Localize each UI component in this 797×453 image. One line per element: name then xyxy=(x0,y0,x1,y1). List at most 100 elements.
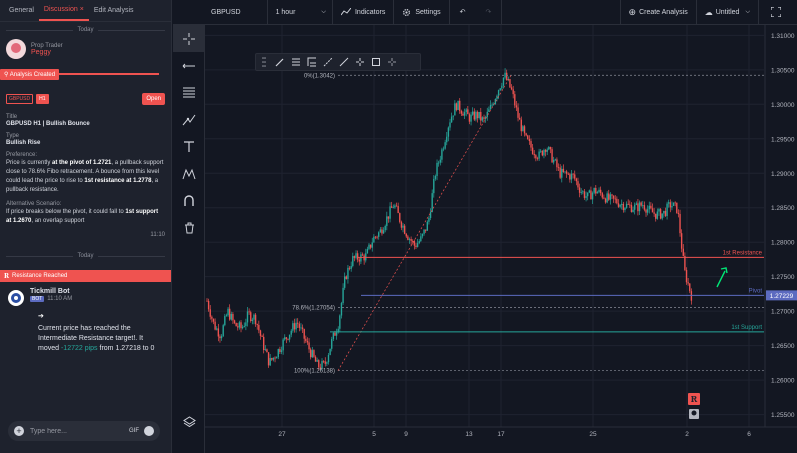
lines-icon[interactable] xyxy=(288,54,304,70)
candle-body xyxy=(366,248,369,254)
candle-body xyxy=(475,111,477,120)
candle-body xyxy=(622,203,625,211)
gif-button[interactable]: GIF xyxy=(129,428,139,434)
candle-body xyxy=(595,187,597,194)
undo-button[interactable]: ↶ xyxy=(450,0,476,25)
symbol-selector[interactable]: GBPUSD xyxy=(173,0,268,25)
fib-tool[interactable] xyxy=(173,79,205,106)
time-tick-label: 17 xyxy=(497,431,505,438)
indicators-button[interactable]: Indicators xyxy=(333,0,395,25)
candle-body xyxy=(470,114,472,122)
day-label: Today xyxy=(73,253,98,259)
candle-body xyxy=(267,352,270,366)
chart-canvas[interactable]: 1.31000 1.30500 1.30000 1.29500 1.29000 1.285… xyxy=(205,25,797,453)
indicators-label: Indicators xyxy=(354,8,386,16)
avatar[interactable] xyxy=(6,39,26,59)
candle-body xyxy=(345,276,348,279)
indicators-icon xyxy=(340,8,351,16)
symbol-label: GBPUSD xyxy=(211,8,241,16)
crosshair-tool[interactable] xyxy=(173,25,205,52)
delete-tool[interactable] xyxy=(173,214,205,241)
layout-selector[interactable]: ☁ Untitled ⌵ xyxy=(697,0,759,25)
candle-body xyxy=(499,88,501,91)
candle-body xyxy=(460,110,463,114)
close-icon[interactable]: × xyxy=(80,6,84,13)
tab-discussion[interactable]: Discussion × xyxy=(38,0,89,21)
style-icon[interactable] xyxy=(320,54,336,70)
magnet-tool[interactable] xyxy=(173,187,205,214)
candle-body xyxy=(465,109,467,113)
create-analysis-button[interactable]: ⊕ Create Analysis xyxy=(619,0,697,25)
candle-body xyxy=(444,142,446,149)
time-tick-label: 13 xyxy=(465,431,473,438)
bot-avatar[interactable] xyxy=(8,290,24,306)
candle-body xyxy=(280,350,283,352)
open-button[interactable]: Open xyxy=(142,93,165,105)
interval-selector[interactable]: 1 hour ⌵ xyxy=(268,0,333,25)
candle-body xyxy=(624,207,626,211)
horizontal-line-tool[interactable] xyxy=(173,52,205,79)
candle-body xyxy=(653,212,655,214)
candle-body xyxy=(321,360,323,369)
title-key: Title xyxy=(6,114,18,120)
drag-handle-icon[interactable] xyxy=(256,54,272,70)
candle-body xyxy=(421,233,424,237)
price-tick-label: 1.25500 xyxy=(771,412,795,419)
alternative-key: Alternative Scenario: xyxy=(6,201,62,207)
candle-body xyxy=(228,308,231,320)
candle-body xyxy=(655,213,657,219)
prediction-tool[interactable] xyxy=(173,160,205,187)
candle-body xyxy=(211,316,213,319)
tab-edit-analysis[interactable]: Edit Analysis xyxy=(89,1,139,20)
candle-body xyxy=(314,356,317,362)
price-chart[interactable]: 1.31000 1.30500 1.30000 1.29500 1.29000 1.285… xyxy=(205,25,797,453)
candle-body xyxy=(275,357,278,359)
candle-body xyxy=(368,244,370,249)
brush-icon[interactable] xyxy=(272,54,288,70)
candle-body xyxy=(392,207,394,209)
layers-tool[interactable] xyxy=(173,408,205,435)
fullscreen-button[interactable] xyxy=(759,0,797,25)
candle-body xyxy=(629,204,631,206)
candle-body xyxy=(408,239,411,240)
candle-body xyxy=(313,350,315,357)
emoji-icon[interactable] xyxy=(144,426,154,436)
bot-name[interactable]: Tickmill Bot xyxy=(30,288,72,295)
candle-body xyxy=(582,191,584,193)
candle-body xyxy=(387,216,390,219)
text-tool[interactable] xyxy=(173,133,205,160)
add-attachment-icon[interactable]: + xyxy=(14,426,24,436)
settings-button[interactable]: Settings xyxy=(394,0,450,25)
trader-name[interactable]: Peggy xyxy=(31,49,63,56)
candle-body xyxy=(596,192,599,194)
candle-body xyxy=(282,339,284,351)
candle-body xyxy=(575,178,578,182)
tab-general[interactable]: General xyxy=(4,1,39,20)
candle-body xyxy=(403,225,406,234)
pattern-tool[interactable] xyxy=(173,106,205,133)
candle-body xyxy=(554,159,556,161)
font-size-icon[interactable] xyxy=(304,54,320,70)
redo-button[interactable]: ↷ xyxy=(476,0,503,25)
lock-icon[interactable] xyxy=(352,54,368,70)
candle-body xyxy=(481,117,484,121)
candle-body xyxy=(561,168,563,178)
candle-body xyxy=(473,111,475,120)
candle-body xyxy=(410,239,412,241)
settings-icon[interactable] xyxy=(368,54,384,70)
more-icon[interactable] xyxy=(384,54,400,70)
candle-body xyxy=(617,203,620,207)
resistance-icon: R xyxy=(4,272,9,280)
candle-body xyxy=(467,109,469,115)
analysis-created-banner: ⚲ Analysis Created xyxy=(0,68,171,80)
message-time: 11:10 xyxy=(150,232,165,238)
visibility-icon[interactable] xyxy=(336,54,352,70)
bot-badge: BOT xyxy=(30,296,45,302)
candle-body xyxy=(233,320,236,323)
price-tick-label: 1.28000 xyxy=(771,240,795,247)
candle-body xyxy=(334,332,336,336)
candle-body xyxy=(434,176,437,179)
candle-body xyxy=(429,211,432,219)
message-input[interactable] xyxy=(30,427,129,435)
analysis-created-label: ⚲ Analysis Created xyxy=(0,68,60,80)
